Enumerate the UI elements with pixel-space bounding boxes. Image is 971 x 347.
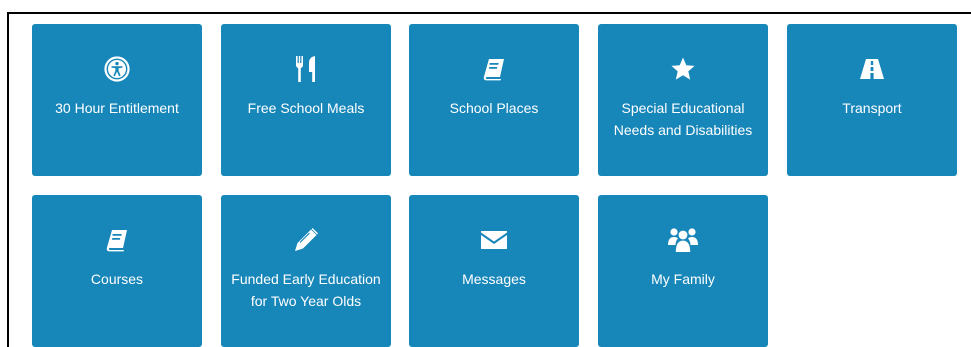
tile-funded-early-education[interactable]: Funded Early Education for Two Year Olds	[221, 195, 391, 347]
tile-label: Courses	[90, 271, 144, 287]
tile-label: Special Educational Needs and Disabiliti…	[613, 100, 753, 138]
star-icon	[598, 54, 768, 84]
users-icon	[598, 225, 768, 255]
tile-messages[interactable]: Messages	[409, 195, 579, 347]
tile-my-family[interactable]: My Family	[598, 195, 768, 347]
tile-transport[interactable]: Transport	[787, 24, 957, 176]
book-icon	[409, 54, 579, 84]
cutlery-icon	[221, 54, 391, 84]
accessibility-icon	[32, 54, 202, 84]
tile-label: 30 Hour Entitlement	[55, 100, 179, 116]
tile-30-hour-entitlement[interactable]: 30 Hour Entitlement	[32, 24, 202, 176]
tile-label: Funded Early Education for Two Year Olds	[231, 271, 381, 309]
tile-label: My Family	[651, 271, 715, 287]
tile-label: Free School Meals	[247, 100, 365, 116]
tile-free-school-meals[interactable]: Free School Meals	[221, 24, 391, 176]
tile-courses[interactable]: Courses	[32, 195, 202, 347]
tile-label: Messages	[462, 271, 526, 287]
pencil-icon	[221, 225, 391, 255]
road-icon	[787, 54, 957, 84]
tile-label: School Places	[449, 100, 539, 116]
tile-special-educational-needs[interactable]: Special Educational Needs and Disabiliti…	[598, 24, 768, 176]
envelope-icon	[409, 225, 579, 255]
tile-school-places[interactable]: School Places	[409, 24, 579, 176]
tile-label: Transport	[842, 100, 902, 116]
book-icon	[32, 225, 202, 255]
